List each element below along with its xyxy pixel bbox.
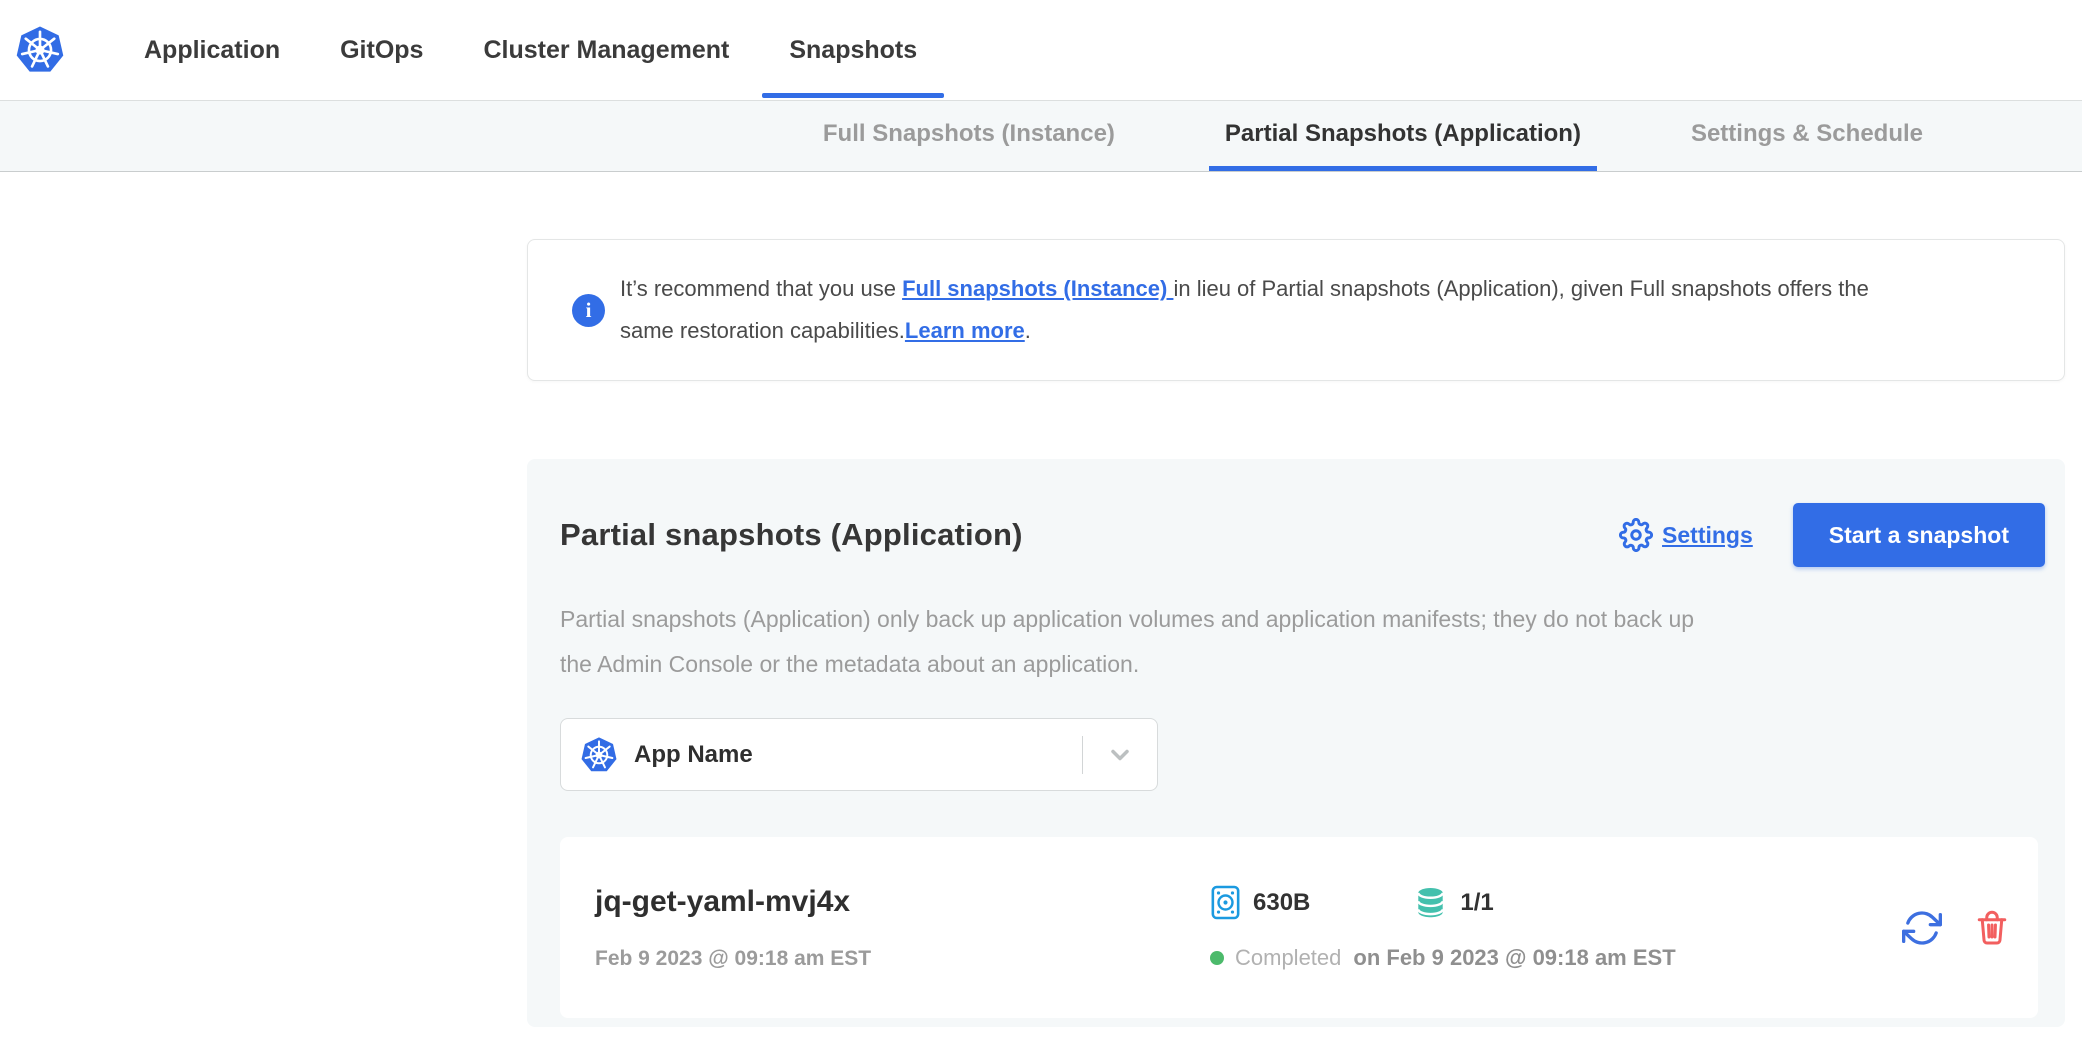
app-selector-controls xyxy=(1082,719,1157,790)
start-snapshot-button[interactable]: Start a snapshot xyxy=(1793,503,2045,567)
top-navbar: Application GitOps Cluster Management Sn… xyxy=(0,0,2082,100)
snapshot-row: jq-get-yaml-mvj4x Feb 9 2023 @ 09:18 am … xyxy=(560,837,2038,1018)
settings-label: Settings xyxy=(1662,522,1753,549)
snapshot-start-date: Feb 9 2023 @ 09:18 am EST xyxy=(595,947,1210,971)
chevron-down-icon[interactable] xyxy=(1083,741,1157,769)
snapshot-volumes-value: 1/1 xyxy=(1460,889,1493,917)
info-banner: It’s recommend that you use Full snapsho… xyxy=(527,239,2065,381)
snapshot-metrics: 630B xyxy=(1210,884,1902,921)
nav-item-application[interactable]: Application xyxy=(117,0,307,100)
page-title: Partial snapshots (Application) xyxy=(560,517,1023,553)
database-icon xyxy=(1413,886,1448,919)
disk-icon xyxy=(1210,884,1241,921)
gear-icon xyxy=(1619,518,1653,552)
snapshot-status: Completed on Feb 9 2023 @ 09:18 am EST xyxy=(1210,945,1902,971)
status-dot-icon xyxy=(1210,951,1224,965)
card-description: Partial snapshots (Application) only bac… xyxy=(560,597,2045,687)
card-header: Partial snapshots (Application) Settings… xyxy=(560,503,2045,567)
top-nav-items: Application GitOps Cluster Management Sn… xyxy=(117,0,950,100)
learn-more-link[interactable]: Learn more xyxy=(905,318,1025,343)
snapshot-actions xyxy=(1902,908,2010,948)
status-timestamp: on Feb 9 2023 @ 09:18 am EST xyxy=(1353,945,1675,971)
snapshot-size-value: 630B xyxy=(1253,889,1310,917)
snapshot-name: jq-get-yaml-mvj4x xyxy=(595,885,1210,919)
snapshots-subnav: Full Snapshots (Instance) Partial Snapsh… xyxy=(0,100,2082,172)
full-snapshots-instance-link[interactable]: Full snapshots (Instance) xyxy=(902,276,1173,301)
delete-snapshot-button[interactable] xyxy=(1974,909,2010,947)
info-banner-line2: same restoration capabilities.Learn more… xyxy=(620,310,1869,352)
info-banner-text: It’s recommend that you use Full snapsho… xyxy=(620,268,1869,352)
tab-settings-schedule[interactable]: Settings & Schedule xyxy=(1675,101,1939,171)
page-content: It’s recommend that you use Full snapsho… xyxy=(527,239,2065,1027)
restore-snapshot-button[interactable] xyxy=(1902,908,1942,948)
nav-item-snapshots[interactable]: Snapshots xyxy=(762,0,944,100)
settings-link[interactable]: Settings xyxy=(1619,518,1753,552)
nav-item-cluster-management[interactable]: Cluster Management xyxy=(456,0,756,100)
kubernetes-app-icon xyxy=(581,737,617,773)
kubernetes-logo-icon xyxy=(16,26,64,74)
restore-icon xyxy=(1902,908,1942,948)
card-header-actions: Settings Start a snapshot xyxy=(1619,503,2045,567)
info-banner-line1: It’s recommend that you use Full snapsho… xyxy=(620,268,1869,310)
partial-snapshots-card: Partial snapshots (Application) Settings… xyxy=(527,459,2065,1027)
info-icon xyxy=(572,294,605,327)
snapshot-info: jq-get-yaml-mvj4x Feb 9 2023 @ 09:18 am … xyxy=(595,885,1210,971)
tab-partial-snapshots-application[interactable]: Partial Snapshots (Application) xyxy=(1209,101,1597,171)
snapshot-volumes: 1/1 xyxy=(1413,886,1493,919)
app-selector[interactable]: App Name xyxy=(560,718,1158,791)
trash-icon xyxy=(1974,909,2010,947)
snapshot-details: 630B xyxy=(1210,884,1902,971)
app-selector-value: App Name xyxy=(634,741,753,769)
nav-item-gitops[interactable]: GitOps xyxy=(313,0,450,100)
tab-full-snapshots-instance[interactable]: Full Snapshots (Instance) xyxy=(807,101,1131,171)
snapshot-size: 630B xyxy=(1210,884,1310,921)
status-label: Completed xyxy=(1235,945,1341,971)
